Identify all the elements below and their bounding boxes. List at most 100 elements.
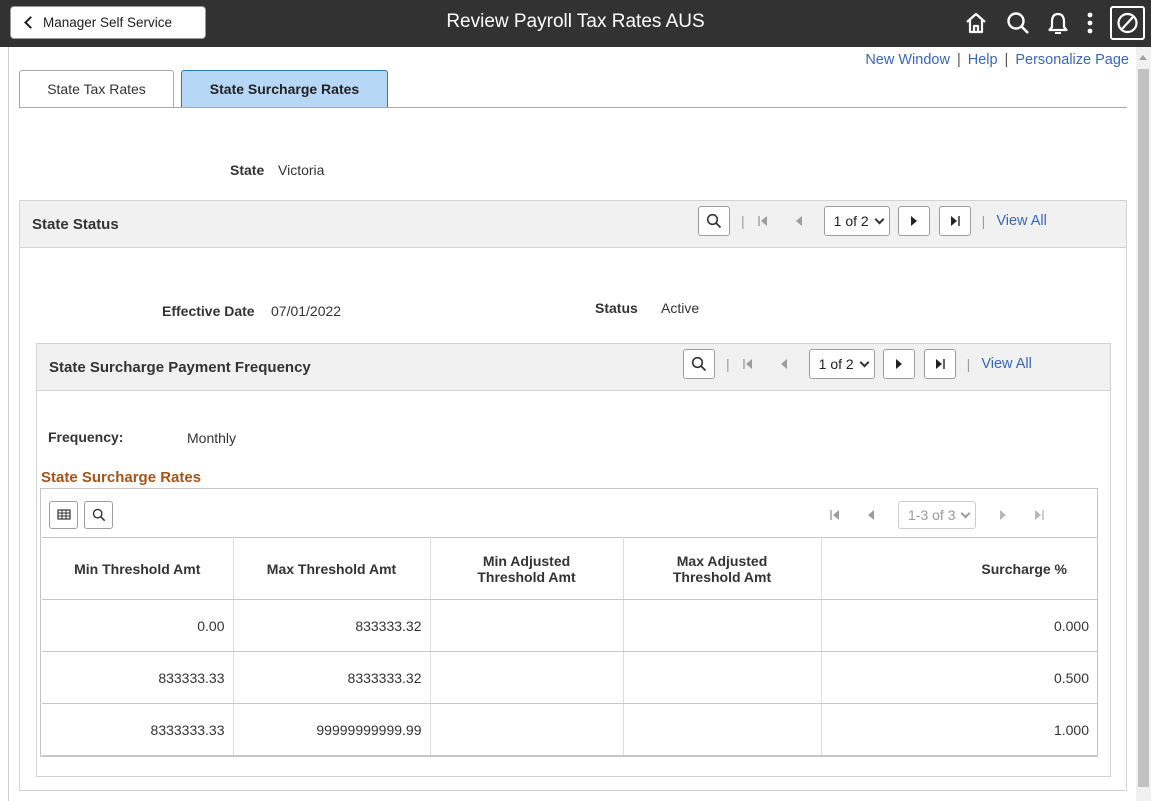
payment-frequency-title: State Surcharge Payment Frequency bbox=[49, 359, 311, 376]
next-page-icon bbox=[895, 359, 902, 369]
surcharge-percent-cell: 0.000 bbox=[821, 599, 1097, 652]
content-border bbox=[8, 47, 9, 801]
column-header-min-adjusted-threshold[interactable]: Min Adjusted Threshold Amt bbox=[430, 537, 624, 600]
last-page-icon bbox=[950, 216, 960, 226]
effective-date-label: Effective Date bbox=[162, 303, 255, 319]
previous-page-icon[interactable] bbox=[777, 357, 791, 371]
first-page-icon[interactable] bbox=[756, 214, 770, 228]
new-window-link[interactable]: New Window bbox=[865, 52, 950, 68]
back-button[interactable]: Manager Self Service bbox=[10, 6, 206, 39]
payment-frequency-next-button[interactable] bbox=[882, 349, 915, 379]
min-adjusted-threshold-cell bbox=[430, 599, 624, 652]
top-banner: Manager Self Service Review Payroll Tax … bbox=[0, 0, 1151, 47]
personalize-page-link[interactable]: Personalize Page bbox=[1015, 52, 1129, 68]
state-label: State bbox=[230, 162, 265, 178]
max-adjusted-threshold-cell bbox=[623, 651, 822, 704]
state-status-title: State Status bbox=[32, 216, 119, 233]
search-icon[interactable] bbox=[1003, 8, 1033, 38]
payment-frequency-row-select-value: 1 of 2 bbox=[818, 356, 854, 372]
table-header-row: Min Threshold Amt Max Threshold Amt Min … bbox=[42, 537, 1097, 600]
grid-row-select-value: 1-3 of 3 bbox=[908, 507, 956, 523]
search-icon bbox=[92, 508, 105, 522]
first-page-icon[interactable] bbox=[828, 508, 842, 522]
chevron-left-icon bbox=[24, 16, 37, 29]
max-adjusted-threshold-cell bbox=[623, 599, 822, 652]
status-value: Active bbox=[661, 300, 700, 316]
previous-page-icon[interactable] bbox=[864, 508, 878, 522]
first-page-icon[interactable] bbox=[741, 357, 755, 371]
page-links: New Window | Help | Personalize Page bbox=[865, 52, 1129, 68]
chevron-down-icon bbox=[961, 508, 971, 518]
state-value: Victoria bbox=[278, 162, 325, 178]
column-header-max-threshold[interactable]: Max Threshold Amt bbox=[233, 537, 431, 600]
max-adjusted-threshold-cell bbox=[623, 703, 822, 756]
previous-page-icon[interactable] bbox=[792, 214, 806, 228]
min-adjusted-threshold-cell bbox=[430, 703, 624, 756]
surcharge-percent-cell: 0.500 bbox=[821, 651, 1097, 704]
min-threshold-cell: 0.00 bbox=[42, 599, 234, 652]
grid-personalize-button[interactable] bbox=[49, 501, 78, 529]
state-status-row-select-value: 1 of 2 bbox=[833, 213, 869, 229]
min-threshold-cell: 8333333.33 bbox=[42, 703, 234, 756]
divider: | bbox=[981, 213, 986, 229]
grid-search-button[interactable] bbox=[84, 501, 113, 529]
state-status-search-button[interactable] bbox=[698, 206, 730, 236]
table-row: 8333333.33 99999999999.99 1.000 bbox=[42, 703, 1097, 756]
last-page-icon[interactable] bbox=[1032, 508, 1046, 522]
last-page-icon bbox=[935, 359, 945, 369]
navbar-icon[interactable] bbox=[1110, 6, 1145, 40]
column-header-min-threshold[interactable]: Min Threshold Amt bbox=[42, 537, 234, 600]
bell-icon[interactable] bbox=[1043, 8, 1073, 38]
next-page-icon bbox=[910, 216, 917, 226]
back-button-label: Manager Self Service bbox=[43, 15, 173, 30]
payment-frequency-view-all-link[interactable]: View All bbox=[981, 356, 1032, 372]
frequency-value: Monthly bbox=[187, 430, 237, 446]
vertical-scrollbar[interactable] bbox=[1136, 47, 1151, 801]
payment-frequency-search-button[interactable] bbox=[683, 349, 715, 379]
min-threshold-cell: 833333.33 bbox=[42, 651, 234, 704]
state-status-last-button[interactable] bbox=[938, 206, 971, 236]
grid-pager: 1-3 of 3 bbox=[828, 501, 1046, 529]
state-status-row-select[interactable]: 1 of 2 bbox=[823, 206, 890, 236]
effective-date-value: 07/01/2022 bbox=[271, 303, 342, 319]
surcharge-percent-cell: 1.000 bbox=[821, 703, 1097, 756]
divider: | bbox=[726, 356, 730, 372]
tab-state-surcharge-rates[interactable]: State Surcharge Rates bbox=[181, 70, 388, 107]
surcharge-rates-title: State Surcharge Rates bbox=[41, 469, 202, 486]
search-icon bbox=[691, 356, 707, 372]
frequency-label: Frequency: bbox=[48, 429, 124, 445]
state-status-pager: | 1 of 2 | View All bbox=[698, 206, 1047, 236]
divider: | bbox=[966, 356, 971, 372]
payment-frequency-row-select[interactable]: 1 of 2 bbox=[808, 349, 875, 379]
payment-frequency-last-button[interactable] bbox=[923, 349, 956, 379]
state-status-header: State Status | 1 of 2 | View All bbox=[20, 201, 1126, 248]
status-label: Status bbox=[595, 300, 638, 316]
chevron-down-icon bbox=[859, 357, 870, 367]
grid-settings-icon bbox=[56, 509, 71, 520]
chevron-down-icon bbox=[874, 214, 885, 224]
min-adjusted-threshold-cell bbox=[430, 651, 624, 704]
tab-state-tax-rates[interactable]: State Tax Rates bbox=[19, 70, 174, 107]
max-threshold-cell: 99999999999.99 bbox=[233, 703, 431, 756]
search-icon bbox=[706, 213, 722, 229]
help-link[interactable]: Help bbox=[968, 52, 998, 68]
max-threshold-cell: 8333333.32 bbox=[233, 651, 431, 704]
state-status-view-all-link[interactable]: View All bbox=[996, 213, 1047, 229]
state-status-next-button[interactable] bbox=[897, 206, 930, 236]
table-row: 0.00 833333.32 0.000 bbox=[42, 599, 1097, 652]
max-threshold-cell: 833333.32 bbox=[233, 599, 431, 652]
more-vertical-icon[interactable] bbox=[1075, 8, 1105, 38]
column-header-max-adjusted-threshold[interactable]: Max Adjusted Threshold Amt bbox=[623, 537, 822, 600]
surcharge-rates-grid: 1-3 of 3 Min Threshold Amt Max Threshold… bbox=[40, 488, 1098, 757]
scroll-up-arrow-icon[interactable] bbox=[1139, 55, 1147, 60]
column-header-surcharge-percent[interactable]: Surcharge % bbox=[821, 537, 1097, 600]
table-row: 833333.33 8333333.32 0.500 bbox=[42, 651, 1097, 704]
surcharge-rates-table: Min Threshold Amt Max Threshold Amt Min … bbox=[42, 537, 1097, 756]
payment-frequency-pager: | 1 of 2 | View All bbox=[683, 349, 1032, 379]
grid-row-select[interactable]: 1-3 of 3 bbox=[898, 501, 977, 529]
home-icon[interactable] bbox=[961, 8, 991, 38]
next-page-icon[interactable] bbox=[996, 508, 1010, 522]
scroll-thumb[interactable] bbox=[1138, 69, 1149, 787]
divider: | bbox=[741, 213, 745, 229]
tab-divider bbox=[19, 107, 1127, 108]
